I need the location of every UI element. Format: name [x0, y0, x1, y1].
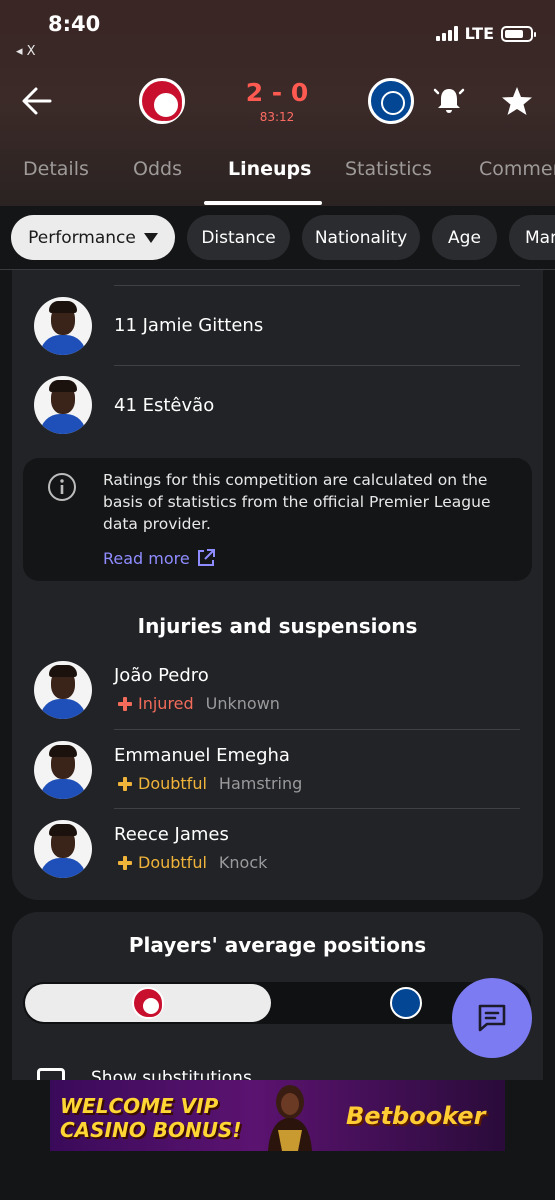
chip-age[interactable]: Age — [432, 215, 497, 260]
chip-nationality-label: Nationality — [314, 227, 408, 248]
notification-bell-icon[interactable] — [433, 84, 465, 116]
injuries-title: Injuries and suspensions — [137, 614, 418, 638]
battery-icon — [501, 25, 536, 42]
injury-status-label: Doubtful — [138, 853, 207, 872]
row-divider — [114, 729, 520, 730]
signal-icon — [435, 26, 458, 41]
injury-detail: Knock — [218, 853, 268, 872]
injured-player-name[interactable]: João Pedro — [114, 665, 209, 686]
chelsea-crest-icon[interactable] — [390, 987, 422, 1019]
injury-status: Doubtful Knock — [118, 853, 267, 872]
ad-brand-logo: Betbooker — [346, 1102, 486, 1130]
player-avatar[interactable] — [34, 297, 92, 355]
injury-status: Doubtful Hamstring — [118, 774, 302, 793]
injury-detail: Hamstring — [218, 774, 303, 793]
brentford-crest-icon[interactable] — [139, 78, 185, 124]
row-divider — [114, 365, 520, 366]
dropdown-triangle-icon — [143, 232, 158, 243]
tab-lineups[interactable]: Lineups — [228, 158, 311, 180]
match-score: 2 - 0 — [245, 78, 309, 107]
ratings-info-text: Ratings for this competition are calcula… — [103, 471, 491, 533]
chip-performance-label: Performance — [28, 227, 136, 248]
chip-market-value[interactable]: Market value — [509, 215, 555, 260]
info-icon — [48, 473, 76, 501]
chat-button[interactable] — [452, 978, 532, 1058]
read-more-label: Read more — [103, 548, 190, 568]
tab-details[interactable]: Details — [23, 158, 89, 180]
tab-bar: Details Odds Lineups Statistics Commenta… — [0, 150, 555, 206]
chelsea-crest-icon[interactable] — [368, 78, 414, 124]
player-avatar[interactable] — [34, 376, 92, 434]
match-clock: 83:12 — [259, 110, 295, 124]
ad-model-image — [268, 1085, 312, 1151]
row-divider — [114, 808, 520, 809]
brentford-crest-icon[interactable] — [132, 987, 164, 1019]
plus-icon — [118, 696, 132, 711]
external-link-icon — [197, 549, 215, 566]
injured-player-name[interactable]: Reece James — [114, 824, 229, 845]
tab-odds[interactable]: Odds — [133, 158, 182, 180]
back-to-app-link[interactable]: ◂ X — [16, 44, 36, 59]
plus-icon — [118, 776, 132, 791]
status-time: 8:40 — [48, 12, 101, 36]
chip-performance[interactable]: Performance — [11, 215, 175, 260]
filter-chip-bar: Performance Distance Nationality Age Mar… — [0, 206, 555, 270]
tab-statistics[interactable]: Statistics — [345, 158, 432, 180]
tab-commentary[interactable]: Commentary — [479, 158, 555, 180]
injured-player-name[interactable]: Emmanuel Emegha — [114, 745, 290, 766]
chip-market-value-label: Market value — [525, 227, 555, 248]
injury-status-label: Injured — [138, 694, 194, 713]
injury-detail: Unknown — [205, 694, 280, 713]
match-header: 8:40 ◂ X LTE 2 - 0 83:12 Details Odds Li… — [0, 0, 555, 206]
ad-line-1: WELCOME VIP — [60, 1094, 219, 1118]
average-positions-title: Players' average positions — [128, 933, 427, 957]
player-avatar[interactable] — [34, 820, 92, 878]
chip-distance-label: Distance — [201, 227, 276, 248]
ad-line-2: CASINO BONUS! — [60, 1118, 242, 1142]
injury-status-label: Doubtful — [138, 774, 207, 793]
row-divider — [114, 285, 520, 286]
active-tab-indicator — [204, 201, 322, 205]
chip-age-label: Age — [448, 227, 481, 248]
ad-headline: WELCOME VIP CASINO BONUS! — [60, 1094, 241, 1142]
chip-nationality[interactable]: Nationality — [302, 215, 420, 260]
chip-distance[interactable]: Distance — [187, 215, 290, 260]
back-arrow-icon[interactable] — [18, 82, 56, 120]
favorite-star-icon[interactable] — [500, 84, 534, 118]
status-indicators: LTE — [435, 24, 536, 43]
player-name[interactable]: 41 Estêvão — [114, 395, 214, 416]
injury-status: Injured Unknown — [118, 694, 280, 713]
plus-icon — [118, 855, 132, 870]
player-name[interactable]: 11 Jamie Gittens — [114, 315, 263, 336]
player-avatar[interactable] — [34, 661, 92, 719]
read-more-link[interactable]: Read more — [103, 548, 216, 568]
player-avatar[interactable] — [34, 741, 92, 799]
chat-icon — [478, 1004, 506, 1032]
network-label: LTE — [464, 24, 494, 43]
casino-ad-banner[interactable]: WELCOME VIP CASINO BONUS! Betbooker — [50, 1080, 505, 1151]
